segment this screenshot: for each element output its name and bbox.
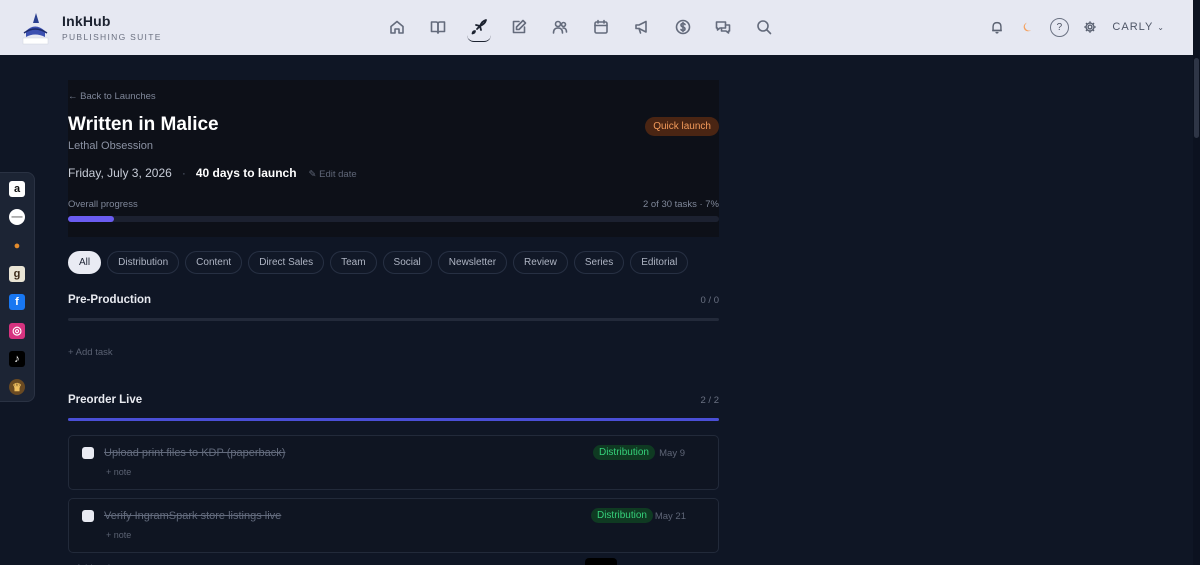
tiktok-icon[interactable]: ♪ [9,350,25,367]
filter-chip-distribution[interactable]: Distribution [107,251,180,274]
launch-date: Friday, July 3, 2026 [68,166,172,180]
section-header[interactable]: Preorder Live 2 / 2 [68,394,719,406]
launch-hero: ← Back to Launches Written in Malice Let… [68,80,719,237]
task-checkbox[interactable] [82,447,94,459]
user-name: CARLY [1112,21,1154,33]
user-menu[interactable]: CARLY ⌄ [1112,21,1165,33]
overall-progress-row: Overall progress 2 of 30 tasks · 7% [68,199,719,210]
nav-rocket-icon[interactable] [466,15,491,42]
series-name: Lethal Obsession [68,140,153,152]
nav-book-icon[interactable] [426,15,450,39]
goodreads-icon[interactable]: g [9,265,25,282]
main-nav [385,15,793,42]
brand[interactable]: InkHub PUBLISHING SUITE [20,11,162,45]
section-progress-bar [68,318,719,321]
nav-megaphone-icon[interactable] [630,15,654,39]
scroll-thumb[interactable] [1194,58,1199,138]
header-tools: ? CARLY ⌄ [976,16,1165,38]
app-name: InkHub [62,13,111,29]
add-task-button[interactable]: + Add task [68,347,719,358]
task-section: Pre-Production 0 / 0 + Add task [68,294,719,358]
launch-detail: ← Back to Launches Written in Malice Let… [68,80,719,565]
filter-chip-series[interactable]: Series [573,251,625,274]
separator: · [181,166,186,180]
inkhub-logo-icon [20,11,51,45]
task-title[interactable]: Verify IngramSpark store listings live [104,510,281,522]
quick-launch-badge: Quick launch [645,117,719,136]
help-icon[interactable]: ? [1049,16,1069,38]
nav-search-icon[interactable] [752,15,776,39]
crown-icon[interactable]: ♛ [9,379,25,396]
task-due-date[interactable]: May 21 [655,511,686,522]
category-filters: All Distribution Content Direct Sales Team So… [68,251,719,274]
progress-count: 2 of 30 tasks · 7% [642,199,719,210]
bottom-handle [585,558,617,565]
audible-icon[interactable]: ● [9,237,25,254]
launch-date-row: Friday, July 3, 2026 · 40 days to launch… [68,166,719,180]
moon-icon[interactable] [1018,16,1038,38]
gear-icon[interactable] [1080,16,1100,38]
section-count: 0 / 0 [700,294,720,306]
add-note-button[interactable]: + note [106,467,131,477]
filter-chip-direct-sales[interactable]: Direct Sales [248,251,325,274]
add-note-button[interactable]: + note [106,530,131,540]
task-row[interactable]: Upload print files to KDP (paperback) + n… [68,435,719,490]
section-count: 2 / 2 [700,394,720,406]
task-category-tag: Distribution [592,445,655,460]
social-dock: a — ● g f ◎ ♪ ♛ [0,172,35,402]
launch-title: Written in Malice [68,114,219,135]
bell-icon[interactable] [987,16,1007,38]
back-to-launches-link[interactable]: ← Back to Launches [68,91,719,102]
progress-label: Overall progress [68,199,138,210]
filter-chip-content[interactable]: Content [185,251,243,274]
filter-chip-team[interactable]: Team [330,251,377,274]
instagram-icon[interactable]: ◎ [9,322,25,339]
section-progress-bar [68,418,719,421]
filter-chip-social[interactable]: Social [382,251,432,274]
overall-progress-bar [68,216,719,222]
overall-progress-fill [68,216,114,222]
task-section: Preorder Live 2 / 2 Upload print files to … [68,394,719,565]
days-to-launch: 40 days to launch [195,166,297,180]
filter-chip-newsletter[interactable]: Newsletter [437,251,508,274]
nav-chat-icon[interactable] [711,15,735,39]
page-scrollbar[interactable] [1193,0,1200,565]
nav-calendar-icon[interactable] [589,15,613,39]
section-header[interactable]: Pre-Production 0 / 0 [68,294,719,306]
top-bar: InkHub PUBLISHING SUITE ? CARLY ⌄ [0,0,1193,55]
section-progress-fill [68,418,719,421]
filter-chip-editorial[interactable]: Editorial [630,251,689,274]
nav-users-icon[interactable] [548,15,572,39]
amazon-icon[interactable]: a [9,181,25,197]
task-category-tag: Distribution [590,508,653,523]
facebook-icon[interactable]: f [9,294,25,311]
section-title: Pre-Production [68,294,152,306]
section-title: Preorder Live [68,394,143,406]
task-due-date[interactable]: May 9 [659,448,685,459]
nav-pencil-icon[interactable] [507,15,531,39]
edit-date-button[interactable]: ✎ Edit date [309,169,357,180]
nav-home-icon[interactable] [385,15,409,39]
filter-chip-all[interactable]: All [68,251,102,274]
store-icon[interactable]: — [9,209,25,226]
chevron-down-icon: ⌄ [1157,22,1165,32]
app-subtitle: PUBLISHING SUITE [62,32,162,42]
nav-dollar-icon[interactable] [671,15,695,39]
task-row[interactable]: Verify IngramSpark store listings live + … [68,498,719,553]
task-checkbox[interactable] [82,510,94,522]
task-title[interactable]: Upload print files to KDP (paperback) [104,447,285,459]
filter-chip-review[interactable]: Review [513,251,568,274]
